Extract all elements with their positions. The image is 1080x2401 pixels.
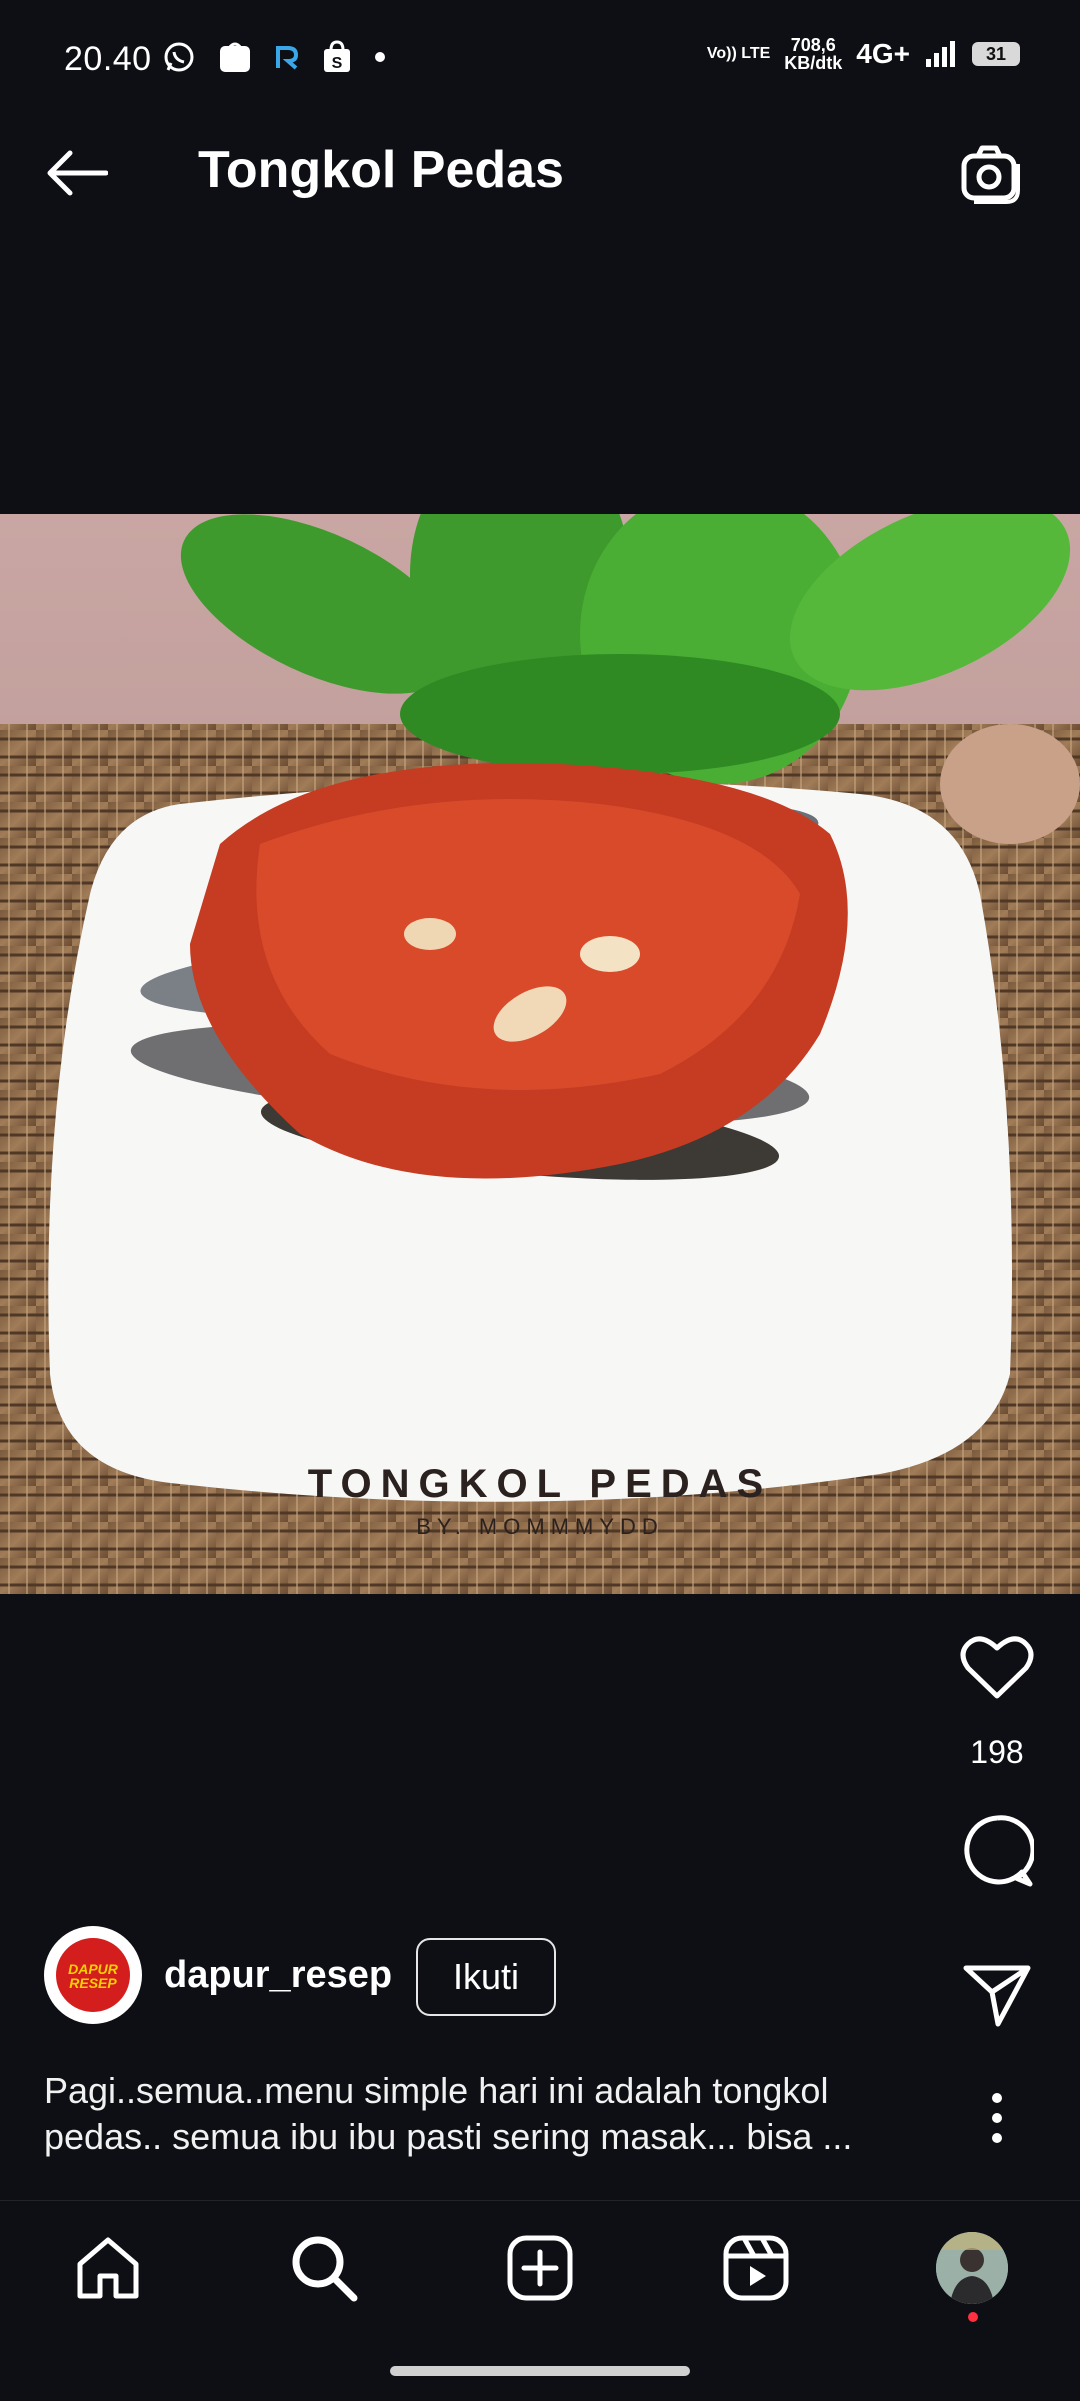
avatar-logo-line2: RESEP bbox=[69, 1975, 117, 1991]
net-speed-value: 708,6 bbox=[790, 35, 836, 55]
author-username[interactable]: dapur_resep bbox=[164, 1954, 392, 1997]
shopee-icon bbox=[220, 42, 250, 72]
volte-indicator: Vo)) LTE bbox=[706, 45, 771, 62]
signal-icon bbox=[926, 41, 955, 67]
reels-icon[interactable] bbox=[722, 2234, 790, 2302]
profile-photo bbox=[936, 2232, 1008, 2304]
shopping-bag-icon: S bbox=[324, 40, 350, 72]
status-notification-icons: S bbox=[162, 40, 386, 74]
status-time: 20.40 bbox=[64, 40, 152, 78]
like-count[interactable]: 198 bbox=[940, 1734, 1054, 1771]
arrow-left-icon[interactable] bbox=[46, 150, 108, 196]
net-speed-unit: KB/dtk bbox=[784, 53, 843, 73]
post-image[interactable] bbox=[0, 514, 1080, 1594]
profile-avatar[interactable] bbox=[936, 2232, 1008, 2304]
camera-icon[interactable] bbox=[960, 142, 1022, 204]
comment-icon[interactable] bbox=[960, 1814, 1034, 1888]
net-speed: 708,6 KB/dtk bbox=[784, 36, 842, 72]
home-icon[interactable] bbox=[74, 2234, 142, 2302]
more-options-icon[interactable] bbox=[990, 2092, 1004, 2144]
page-title: Tongkol Pedas bbox=[198, 141, 564, 199]
battery-icon: 31 bbox=[972, 42, 1020, 66]
add-post-icon[interactable] bbox=[506, 2234, 574, 2302]
whatsapp-icon bbox=[164, 42, 194, 72]
image-overlay-subtitle: BY. MOMMMYDD bbox=[416, 1514, 664, 1539]
search-icon[interactable] bbox=[290, 2234, 358, 2302]
network-type: 4G+ bbox=[856, 38, 910, 69]
dot-icon bbox=[375, 52, 385, 62]
avatar-logo-text: DAPUR RESEP bbox=[44, 1962, 142, 1990]
svg-text:S: S bbox=[332, 55, 343, 72]
post-caption[interactable]: Pagi..semua..menu simple hari ini adalah… bbox=[44, 2068, 944, 2160]
notification-dot bbox=[968, 2312, 978, 2322]
r-app-icon bbox=[276, 46, 299, 70]
post-photo bbox=[0, 514, 1080, 1594]
home-indicator[interactable] bbox=[390, 2366, 690, 2376]
image-overlay-title: TONGKOL PEDAS bbox=[307, 1462, 773, 1506]
status-system-icons: Vo)) LTE 708,6 KB/dtk 4G+ 31 bbox=[707, 36, 1020, 72]
avatar-logo-line1: DAPUR bbox=[68, 1961, 118, 1977]
follow-button[interactable]: Ikuti bbox=[416, 1938, 556, 2016]
author-avatar[interactable]: DAPUR RESEP bbox=[44, 1926, 142, 2024]
send-icon[interactable] bbox=[962, 1962, 1032, 2028]
heart-icon[interactable] bbox=[960, 1634, 1034, 1700]
